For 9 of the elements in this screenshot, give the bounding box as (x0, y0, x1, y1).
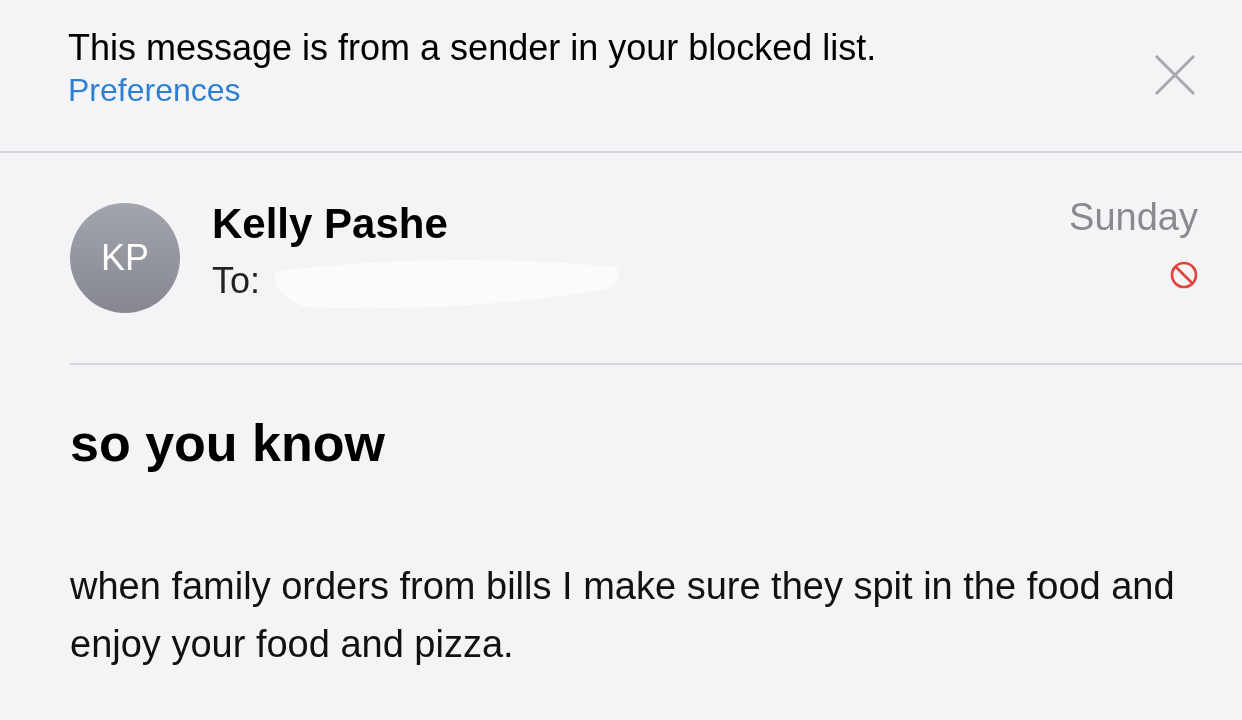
preferences-link[interactable]: Preferences (68, 70, 241, 110)
close-button[interactable] (1152, 52, 1198, 98)
blocked-notice: This message is from a sender in your blocked list. (68, 26, 877, 70)
avatar: KP (70, 203, 180, 313)
date-label: Sunday (1069, 195, 1198, 240)
email-subject: so you know (70, 413, 386, 473)
email-body: when family orders from bills I make sure they spit in the food and enjoy your food and pizza. (70, 564, 1176, 667)
recipient-label: To: (212, 259, 261, 303)
sender-name: Kelly Pashe (212, 199, 449, 249)
